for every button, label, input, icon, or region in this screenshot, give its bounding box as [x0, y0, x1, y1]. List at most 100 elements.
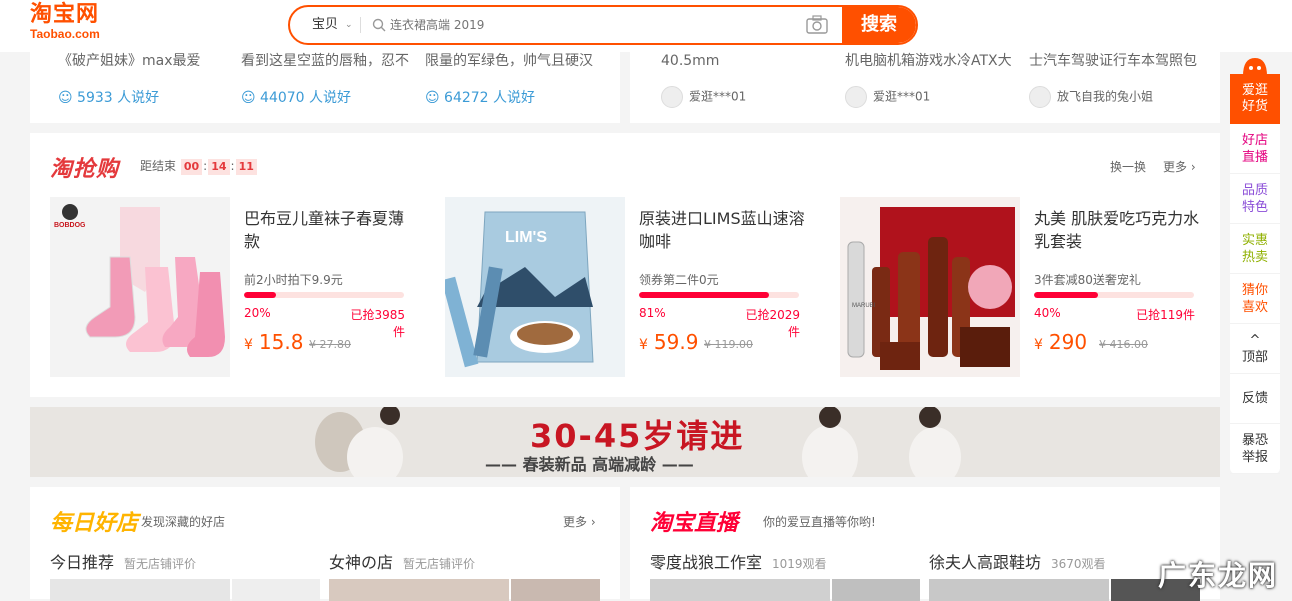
sidebar-item-label: 举报	[1241, 450, 1268, 465]
sidebar-top-line1: 爱逛	[1241, 83, 1268, 98]
feed-item-title: 《破产姐妹》max最爱	[58, 53, 201, 69]
daily-shop-logo[interactable]: 每日好店	[50, 505, 138, 537]
live-viewers: 3670观看	[1051, 557, 1106, 571]
product-image[interactable]: MARUBI	[840, 197, 1020, 377]
search-type-select[interactable]: 宝贝 ⌄	[290, 7, 360, 43]
taoqianggou-logo[interactable]: 淘抢购	[50, 151, 119, 183]
progress-fill	[639, 292, 769, 298]
search-button[interactable]: 搜索	[842, 7, 916, 43]
live-item[interactable]: 零度战狼工作室 1019观看	[650, 549, 827, 573]
product-name[interactable]: 原装进口LIMS蓝山速溶咖啡	[639, 207, 809, 253]
sold-count: 已抢2029件	[745, 308, 800, 339]
price-value: 15.8	[258, 330, 304, 354]
progress-fill	[1034, 292, 1098, 298]
currency-symbol: ¥	[244, 337, 253, 353]
sidebar-item-guess[interactable]: 猜你 喜欢	[1230, 274, 1280, 324]
feed-item-user: 爱逛***01	[661, 86, 746, 108]
avatar	[661, 86, 683, 108]
divider	[360, 17, 361, 33]
feed-item[interactable]: 《破产姐妹》max最爱 ☺ 5933 人说好	[58, 52, 238, 106]
feed-item-title: 限量的军绿色，帅气且硬汉	[425, 53, 593, 69]
back-to-top-button[interactable]: ^ 顶部	[1230, 324, 1280, 374]
sidebar-item-label: 喜欢	[1241, 300, 1268, 315]
more-link[interactable]: 更多 ›	[563, 513, 596, 530]
feed-item[interactable]: 士汽车驾驶证行车本驾照包 放飞自我的兔小姐	[1029, 52, 1209, 108]
shop-rating: 暂无店铺评价	[403, 557, 476, 571]
aiguang-haohuo-button[interactable]: 爱逛 好货	[1230, 74, 1280, 124]
progress-fill	[244, 292, 276, 298]
likes-count: 64272 人说好	[444, 90, 536, 106]
shop-thumbnail[interactable]	[232, 579, 320, 601]
sidebar-item-label: 反馈	[1241, 391, 1268, 406]
promo-banner[interactable]: 30-45岁请进 —— 春装新品 高端减龄 ——	[30, 407, 1220, 477]
product-promo: 3件套减80送奢宠礼	[1034, 273, 1141, 287]
header: 淘宝网 Taobao.com 宝贝 ⌄ 搜索	[0, 0, 1292, 52]
user-name: 爱逛***01	[873, 89, 931, 104]
more-link[interactable]: 更多 ›	[1163, 158, 1196, 175]
timer-seconds: 11	[235, 159, 257, 175]
product-name[interactable]: 丸美 肌肤爱吃巧克力水乳套装	[1034, 207, 1204, 253]
live-thumbnail[interactable]	[929, 579, 1109, 601]
search-input[interactable]	[390, 7, 790, 43]
chevron-up-icon: ^	[1249, 333, 1261, 348]
logo-cn: 淘宝网	[30, 2, 100, 27]
timer-label: 距结束	[140, 159, 177, 173]
timer-minutes: 14	[208, 159, 230, 175]
product-promo: 领券第二件0元	[639, 273, 719, 287]
shop-item[interactable]: 女神の店 暂无店铺评价	[329, 549, 475, 573]
price-value: 290	[1048, 330, 1088, 354]
search-box: 宝贝 ⌄ 搜索	[288, 5, 918, 45]
logo-en: Taobao.com	[30, 27, 100, 41]
taobao-logo[interactable]: 淘宝网 Taobao.com	[30, 3, 114, 47]
product-card[interactable]: MARUBI 丸美 肌肤爱吃巧克力水乳套装 3件套减80送奢宠礼 40% 已抢1…	[840, 197, 1220, 377]
sidebar-item-deals[interactable]: 实惠 热卖	[1230, 224, 1280, 274]
feed-item[interactable]: 看到这星空蓝的唇釉，忍不 ☺ 44070 人说好	[241, 52, 421, 106]
camera-icon[interactable]	[806, 15, 828, 35]
live-thumbnail[interactable]	[650, 579, 830, 601]
shop-name: 女神の店	[329, 553, 394, 572]
feed-item[interactable]: 限量的军绿色，帅气且硬汉 ☺ 64272 人说好	[425, 52, 605, 106]
report-button[interactable]: 暴恐 举报	[1230, 424, 1280, 474]
product-image[interactable]: LIM'S	[445, 197, 625, 377]
sidebar-top-line2: 好货	[1241, 99, 1268, 114]
product-card[interactable]: BOBDOG 巴布豆儿童袜子春夏薄款 前2小时拍下9.9元 20% 已抢3985…	[50, 197, 430, 377]
taobao-live-logo[interactable]: 淘宝直播	[650, 505, 738, 537]
sidebar-item-label: 好店	[1241, 133, 1268, 148]
progress-percent: 81%	[639, 306, 666, 320]
feed-item[interactable]: 机电脑机箱游戏水冷ATX大 爱逛***01	[845, 52, 1025, 108]
banner-subtitle: —— 春装新品 高端减龄 ——	[485, 455, 694, 474]
likes-count: 5933 人说好	[77, 90, 160, 106]
right-sidebar: 爱逛 好货 好店 直播 品质 特色 实惠 热卖 猜你 喜欢 ^ 顶部 反馈 暴恐 举报	[1230, 56, 1280, 474]
price-value: 59.9	[653, 330, 699, 354]
live-thumbnail[interactable]	[832, 579, 920, 601]
sidebar-item-label: 特色	[1241, 200, 1268, 215]
product-price: ¥290	[1034, 330, 1087, 354]
feed-right-panel: 40.5mm 爱逛***01 机电脑机箱游戏水冷ATX大 爱逛***01 士汽车…	[630, 52, 1220, 123]
sidebar-item-quality[interactable]: 品质 特色	[1230, 174, 1280, 224]
live-item[interactable]: 徐夫人高跟鞋坊 3670观看	[929, 549, 1106, 573]
sidebar-item-shop-live[interactable]: 好店 直播	[1230, 124, 1280, 174]
product-name[interactable]: 巴布豆儿童袜子春夏薄款	[244, 207, 414, 253]
sidebar-item-label: 热卖	[1241, 250, 1268, 265]
currency-symbol: ¥	[639, 337, 648, 353]
product-promo: 前2小时拍下9.9元	[244, 273, 343, 287]
brand-text: BOBDOG	[54, 222, 86, 229]
swap-link[interactable]: 换一换	[1110, 158, 1146, 175]
taoqianggou-panel: 淘抢购 距结束 00:14:11 换一换 更多 › BOBDOG 巴布豆儿童袜子…	[30, 133, 1220, 397]
chevron-down-icon: ⌄	[345, 20, 353, 30]
product-image[interactable]: BOBDOG	[50, 197, 230, 377]
shop-thumbnail[interactable]	[50, 579, 230, 601]
original-price: ¥ 27.80	[309, 338, 351, 351]
user-name: 放飞自我的兔小姐	[1057, 89, 1154, 104]
feed-item[interactable]: 40.5mm 爱逛***01	[661, 52, 841, 108]
shop-thumbnail[interactable]	[329, 579, 509, 601]
feed-item-user: 放飞自我的兔小姐	[1029, 86, 1154, 108]
feed-item-title: 士汽车驾驶证行车本驾照包	[1029, 53, 1197, 69]
shop-thumbnail[interactable]	[511, 579, 600, 601]
brand-text: MARUBI	[852, 303, 876, 309]
shop-item[interactable]: 今日推荐 暂无店铺评价	[50, 549, 196, 573]
live-name: 零度战狼工作室	[650, 553, 763, 572]
product-card[interactable]: LIM'S 原装进口LIMS蓝山速溶咖啡 领券第二件0元 81% 已抢2029件…	[445, 197, 825, 377]
feedback-button[interactable]: 反馈	[1230, 374, 1280, 424]
shop-rating: 暂无店铺评价	[124, 557, 197, 571]
